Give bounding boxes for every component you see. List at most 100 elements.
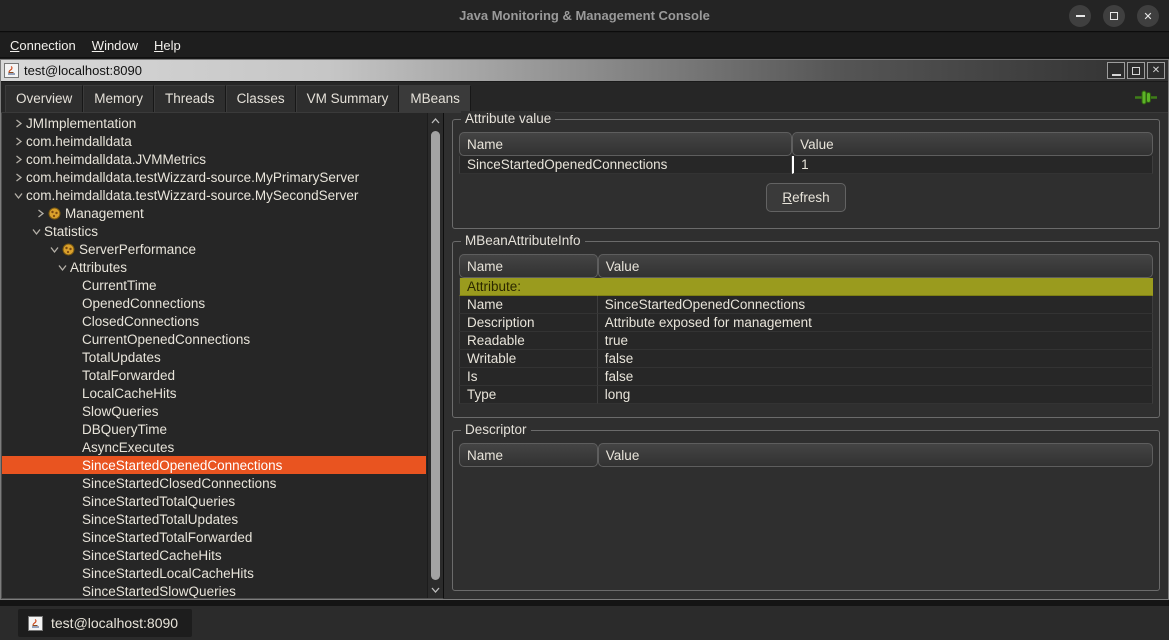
tree-leaf-sincestartedlocalcachehits[interactable]: SinceStartedLocalCacheHits	[2, 564, 426, 582]
maximize-button[interactable]	[1103, 5, 1125, 27]
table-row-type[interactable]: Type long	[459, 386, 1153, 404]
column-header-name[interactable]: Name	[459, 443, 598, 467]
tree-node-statistics[interactable]: Statistics	[2, 222, 426, 240]
menu-window[interactable]: Window	[84, 35, 146, 56]
table-row-readable[interactable]: Readable true	[459, 332, 1153, 350]
tree-leaf-localcachehits[interactable]: LocalCacheHits	[2, 384, 426, 402]
scroll-down-icon[interactable]	[431, 582, 440, 598]
close-icon: ✕	[1143, 10, 1152, 23]
tree-leaf-sincestartedtotalupdates[interactable]: SinceStartedTotalUpdates	[2, 510, 426, 528]
tree-node-serverperformance[interactable]: ServerPerformance	[2, 240, 426, 258]
tree-leaf-totalupdates[interactable]: TotalUpdates	[2, 348, 426, 366]
tab-mbeans[interactable]: MBeans	[399, 85, 471, 112]
tree-node-mysecondserver[interactable]: com.heimdalldata.testWizzard-source.MySe…	[2, 186, 426, 204]
mbean-attribute-info-group: MBeanAttributeInfo Name Value Attribute:…	[452, 241, 1160, 418]
tree-leaf-sincestartedclosedconnections[interactable]: SinceStartedClosedConnections	[2, 474, 426, 492]
column-header-name[interactable]: Name	[459, 254, 598, 278]
column-header-name[interactable]: Name	[459, 132, 792, 156]
tree-node-myprimaryserver[interactable]: com.heimdalldata.testWizzard-source.MyPr…	[2, 168, 426, 186]
info-value-cell[interactable]: false	[598, 368, 1153, 386]
internal-maximize-button[interactable]	[1127, 62, 1145, 79]
tab-memory[interactable]: Memory	[83, 85, 154, 112]
refresh-button[interactable]: Refresh	[766, 183, 845, 212]
menu-help[interactable]: Help	[146, 35, 189, 56]
tree-leaf-dbquerytime[interactable]: DBQueryTime	[2, 420, 426, 438]
info-value-cell[interactable]: SinceStartedOpenedConnections	[598, 296, 1153, 314]
info-name-cell[interactable]: Is	[459, 368, 598, 386]
info-value-cell[interactable]	[598, 278, 1153, 296]
info-value-cell[interactable]: long	[598, 386, 1153, 404]
tab-vm-summary[interactable]: VM Summary	[296, 85, 400, 112]
taskbar-connection-button[interactable]: test@localhost:8090	[18, 609, 192, 637]
table-row-name[interactable]: Name SinceStartedOpenedConnections	[459, 296, 1153, 314]
info-name-cell[interactable]: Attribute:	[459, 278, 598, 296]
tree-leaf-asyncexecutes[interactable]: AsyncExecutes	[2, 438, 426, 456]
tree-leaf-slowqueries[interactable]: SlowQueries	[2, 402, 426, 420]
internal-minimize-button[interactable]	[1107, 62, 1125, 79]
column-header-value[interactable]: Value	[792, 132, 1153, 156]
info-name-cell[interactable]: Writable	[459, 350, 598, 368]
scrollbar-thumb[interactable]	[431, 131, 440, 580]
tree-node-attributes[interactable]: Attributes	[2, 258, 426, 276]
chevron-down-icon[interactable]	[10, 191, 26, 200]
internal-frame-titlebar[interactable]: test@localhost:8090 ✕	[1, 60, 1168, 82]
info-value-cell[interactable]: true	[598, 332, 1153, 350]
chevron-down-icon[interactable]	[28, 227, 44, 236]
tree-scrollbar[interactable]	[427, 113, 443, 598]
mbean-icon	[48, 207, 65, 220]
tree-leaf-totalforwarded[interactable]: TotalForwarded	[2, 366, 426, 384]
chevron-right-icon[interactable]	[10, 119, 26, 128]
tree-leaf-openedconnections[interactable]: OpenedConnections	[2, 294, 426, 312]
table-row-attribute-header[interactable]: Attribute:	[459, 278, 1153, 296]
tree-node-management[interactable]: Management	[2, 204, 426, 222]
tree-node-jvmmetrics[interactable]: com.heimdalldata.JVMMetrics	[2, 150, 426, 168]
info-name-cell[interactable]: Readable	[459, 332, 598, 350]
table-row[interactable]: SinceStartedOpenedConnections 1	[459, 156, 1153, 174]
tree-node-label: SinceStartedTotalUpdates	[82, 512, 238, 527]
tab-overview[interactable]: Overview	[5, 85, 83, 112]
tree-leaf-sincestartedtotalforwarded[interactable]: SinceStartedTotalForwarded	[2, 528, 426, 546]
chevron-right-icon[interactable]	[10, 155, 26, 164]
close-button[interactable]: ✕	[1137, 5, 1159, 27]
attribute-value-cell[interactable]: 1	[792, 156, 1153, 174]
tree-node-jmimplementation[interactable]: JMImplementation	[2, 114, 426, 132]
chevron-right-icon[interactable]	[10, 173, 26, 182]
info-value-cell[interactable]: Attribute exposed for management	[598, 314, 1153, 332]
info-name-cell[interactable]: Name	[459, 296, 598, 314]
internal-minimize-icon	[1112, 74, 1121, 76]
chevron-right-icon[interactable]	[10, 137, 26, 146]
attribute-name-cell[interactable]: SinceStartedOpenedConnections	[459, 156, 792, 174]
internal-close-icon: ✕	[1152, 66, 1160, 76]
chevron-right-icon[interactable]	[32, 209, 48, 218]
mbeans-content: JMImplementation com.heimdalldata com.he…	[1, 113, 1168, 599]
tree-leaf-sincestartedslowqueries[interactable]: SinceStartedSlowQueries	[2, 582, 426, 599]
tab-classes[interactable]: Classes	[226, 85, 296, 112]
table-row-is[interactable]: Is false	[459, 368, 1153, 386]
tree-leaf-sincestartedopenedconnections-selected[interactable]: SinceStartedOpenedConnections	[2, 456, 426, 474]
minimize-button[interactable]	[1069, 5, 1091, 27]
info-name-cell[interactable]: Type	[459, 386, 598, 404]
tree-leaf-currentopenedconnections[interactable]: CurrentOpenedConnections	[2, 330, 426, 348]
column-header-value[interactable]: Value	[598, 254, 1153, 278]
tree-node-label: CurrentOpenedConnections	[82, 332, 250, 347]
info-value-cell[interactable]: false	[598, 350, 1153, 368]
info-name-cell[interactable]: Description	[459, 314, 598, 332]
menu-connection[interactable]: Connection	[2, 35, 84, 56]
tree-node-label: OpenedConnections	[82, 296, 205, 311]
table-row-description[interactable]: Description Attribute exposed for manage…	[459, 314, 1153, 332]
chevron-down-icon[interactable]	[46, 245, 62, 254]
column-header-value[interactable]: Value	[598, 443, 1153, 467]
connection-status-icon	[1134, 90, 1158, 105]
internal-close-button[interactable]: ✕	[1147, 62, 1165, 79]
tree-leaf-sincestartedcachehits[interactable]: SinceStartedCacheHits	[2, 546, 426, 564]
tree-node-com-heimdalldata[interactable]: com.heimdalldata	[2, 132, 426, 150]
tree-node-label: SinceStartedClosedConnections	[82, 476, 276, 491]
tab-threads[interactable]: Threads	[154, 85, 226, 112]
tree-leaf-currenttime[interactable]: CurrentTime	[2, 276, 426, 294]
tree-leaf-sincestartedtotalqueries[interactable]: SinceStartedTotalQueries	[2, 492, 426, 510]
table-row-writable[interactable]: Writable false	[459, 350, 1153, 368]
internal-maximize-icon	[1132, 67, 1140, 75]
scroll-up-icon[interactable]	[431, 113, 440, 129]
chevron-down-icon[interactable]	[54, 263, 70, 272]
tree-leaf-closedconnections[interactable]: ClosedConnections	[2, 312, 426, 330]
